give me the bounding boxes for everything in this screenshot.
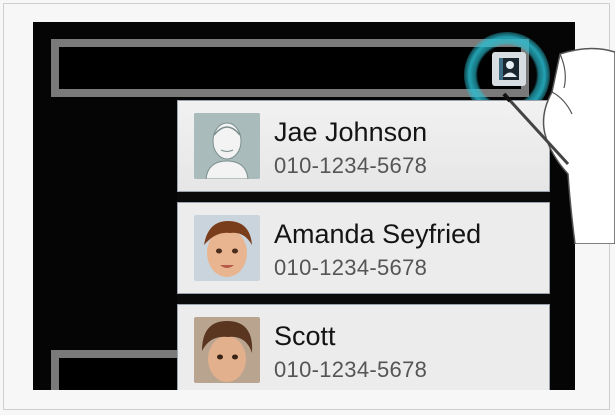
contact-phone: 010-1234-5678 [274, 255, 428, 280]
child-photo [194, 215, 260, 281]
contact-phone: 010-1234-5678 [274, 357, 428, 382]
contact-name: Jae Johnson [274, 117, 428, 147]
stylus-hand-illustration [490, 44, 615, 245]
contact-phone: 010-1234-5678 [274, 153, 428, 178]
contact-item-scott[interactable]: Scott 010-1234-5678 [177, 304, 550, 390]
contact-name: Amanda Seyfried [274, 219, 482, 249]
contact-name: Scott [274, 321, 336, 351]
default-avatar-icon [194, 113, 260, 179]
recipient-input[interactable] [51, 39, 529, 97]
child-photo [194, 317, 260, 383]
